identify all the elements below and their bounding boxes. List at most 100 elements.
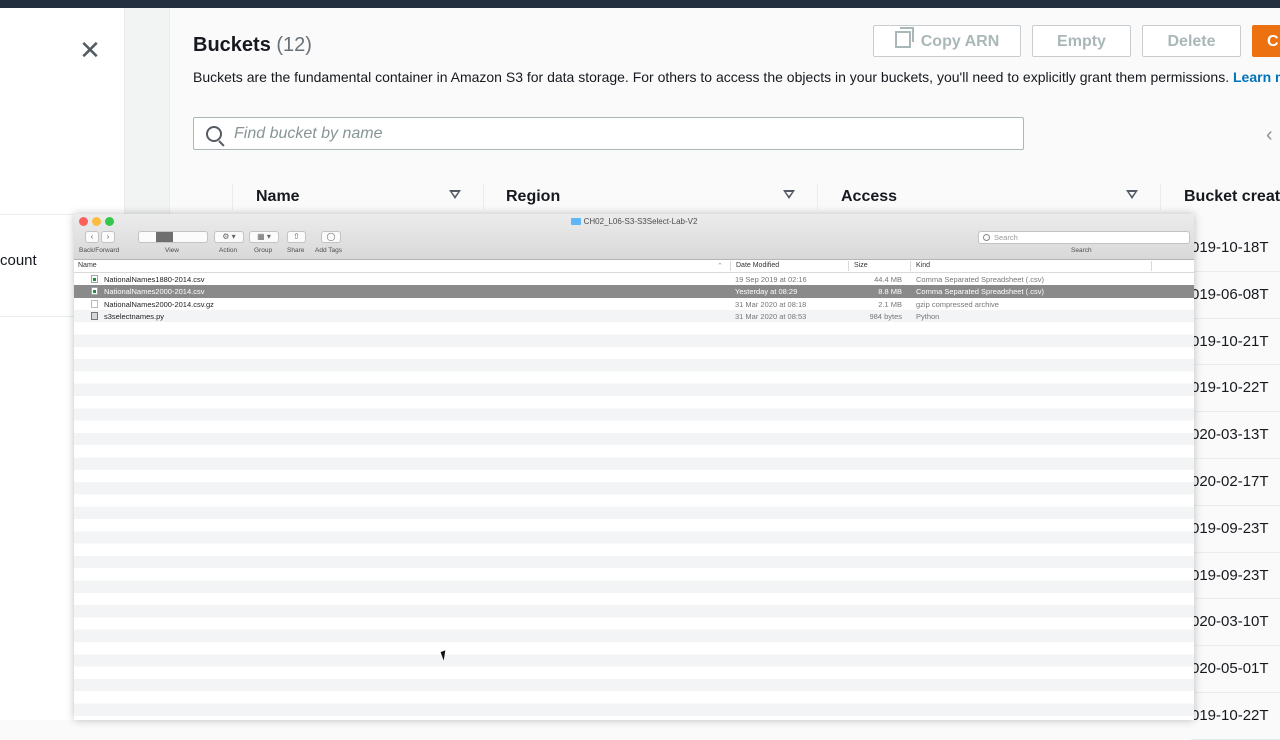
forward-button[interactable]: › [101, 231, 115, 243]
add-tags-label: Add Tags [315, 247, 342, 254]
column-divider [910, 261, 911, 271]
column-divider [730, 261, 731, 271]
file-name: NationalNames2000-2014.csv.gz [104, 299, 214, 309]
file-row[interactable]: NationalNames2000-2014.csv.gz 31 Mar 202… [74, 298, 1194, 310]
file-date-modified: 31 Mar 2020 at 08:53 [735, 311, 807, 321]
column-divider [232, 184, 233, 210]
creation-date-cell: 020-03-10T [1191, 599, 1280, 647]
delete-button[interactable]: Delete [1142, 25, 1241, 57]
search-label: Search [1071, 247, 1092, 254]
action-gear-button[interactable]: ⚙ ▾ [214, 231, 244, 243]
console-top-bar [0, 0, 1280, 8]
file-kind: gzip compressed archive [916, 299, 999, 309]
learn-more-link[interactable]: Learn m [1233, 69, 1280, 85]
add-tags-button[interactable]: ◯ [321, 231, 341, 243]
share-label: Share [287, 247, 305, 254]
list-view-icon[interactable] [156, 232, 173, 242]
file-row-selected[interactable]: NationalNames2000-2014.csv Yesterday at … [74, 285, 1194, 298]
previous-page-icon[interactable]: ‹ [1266, 124, 1273, 147]
finder-search-field[interactable]: Search [978, 231, 1190, 244]
search-placeholder: Find bucket by name [234, 125, 383, 142]
copy-arn-button[interactable]: Copy ARN [873, 25, 1021, 57]
creation-date-cell: 019-06-08T [1191, 272, 1280, 319]
finder-window: CH02_L06-S3-S3Select-Lab-V2 ‹ › Back/For… [74, 214, 1194, 720]
back-forward-label: Back/Forward [79, 247, 120, 254]
page-title-text: Buckets [193, 34, 271, 56]
close-icon[interactable]: ✕ [78, 36, 102, 64]
csv-file-icon [91, 287, 98, 296]
creation-date-column: 019-10-18T 019-06-08T 019-10-21T 019-10-… [1191, 225, 1280, 740]
file-name: NationalNames1880-2014.csv [104, 275, 205, 284]
creation-date-cell: 020-02-17T [1191, 459, 1280, 506]
file-row[interactable]: s3selectnames.py 31 Mar 2020 at 08:53 98… [74, 310, 1194, 322]
finder-title-text: CH02_L06-S3-S3Select-Lab-V2 [583, 217, 698, 226]
creation-date-cell: 019-10-21T [1191, 319, 1280, 366]
column-header-name[interactable]: Name [78, 262, 97, 269]
file-size: 8.8 MB [878, 287, 902, 297]
view-label: View [165, 247, 179, 254]
file-date-modified: Yesterday at 08:29 [735, 287, 798, 297]
search-icon [206, 126, 222, 142]
creation-date-cell: 020-03-13T [1191, 412, 1280, 459]
file-kind: Comma Separated Spreadsheet (.csv) [916, 275, 1044, 284]
finder-column-header: Name ⌃ Date Modified Size Kind [74, 260, 1194, 273]
file-date-modified: 31 Mar 2020 at 08:18 [735, 299, 807, 309]
sort-icon[interactable] [449, 190, 461, 199]
finder-window-title: CH02_L06-S3-S3Select-Lab-V2 [74, 217, 1194, 226]
column-header-access[interactable]: Access [841, 188, 897, 206]
page-title: Buckets (12) [193, 34, 312, 57]
copy-icon [894, 27, 914, 48]
csv-file-icon [91, 275, 98, 283]
file-size: 44.4 MB [874, 275, 902, 284]
sort-icon[interactable] [783, 190, 795, 199]
share-button[interactable]: ⇧ [287, 231, 306, 243]
python-file-icon [91, 311, 98, 320]
create-bucket-button[interactable]: C [1252, 25, 1280, 57]
creation-date-cell: 019-10-18T [1191, 225, 1280, 272]
sort-icon[interactable] [1126, 190, 1138, 199]
action-label: Action [219, 247, 238, 254]
file-kind: Python [916, 311, 940, 321]
view-mode-segmented-control[interactable] [138, 231, 208, 243]
finder-file-list: NationalNames1880-2014.csv 19 Sep 2019 a… [74, 273, 1194, 720]
file-name: NationalNames2000-2014.csv [104, 287, 205, 297]
search-icon [983, 234, 990, 241]
creation-date-cell: 019-09-23T [1191, 506, 1280, 553]
column-header-size[interactable]: Size [854, 262, 868, 269]
creation-date-cell: 019-10-22T [1191, 693, 1280, 740]
buckets-table-header [170, 180, 1280, 214]
column-divider [1151, 261, 1152, 271]
creation-date-cell: 020-05-01T [1191, 646, 1280, 693]
file-size: 984 bytes [869, 311, 902, 321]
finder-search-placeholder: Search [994, 233, 1018, 242]
copy-arn-label: Copy ARN [920, 33, 1000, 50]
find-bucket-search[interactable]: Find bucket by name [193, 117, 1024, 150]
bucket-count: (12) [276, 34, 312, 56]
column-header-kind[interactable]: Kind [916, 262, 930, 269]
gzip-file-icon [91, 299, 98, 308]
column-header-creation-date[interactable]: Bucket create [1184, 188, 1280, 206]
column-divider [483, 184, 484, 210]
column-header-date-modified[interactable]: Date Modified [736, 262, 779, 269]
finder-toolbar: CH02_L06-S3-S3Select-Lab-V2 ‹ › Back/For… [74, 214, 1194, 260]
creation-date-cell: 019-09-23T [1191, 553, 1280, 600]
file-row[interactable]: NationalNames1880-2014.csv 19 Sep 2019 a… [74, 273, 1194, 285]
empty-button[interactable]: Empty [1032, 25, 1131, 57]
group-button[interactable]: ▦ ▾ [249, 231, 279, 243]
column-divider [848, 261, 849, 271]
column-header-region[interactable]: Region [506, 188, 560, 206]
nav-item-account-settings[interactable]: count [0, 252, 37, 269]
creation-date-cell: 019-10-22T [1191, 365, 1280, 413]
sort-indicator-icon: ⌃ [717, 263, 723, 270]
folder-icon [570, 218, 581, 225]
column-header-name[interactable]: Name [256, 188, 300, 206]
back-button[interactable]: ‹ [85, 231, 99, 243]
description-text: Buckets are the fundamental container in… [193, 69, 1230, 85]
page-description: Buckets are the fundamental container in… [193, 69, 1280, 85]
file-date-modified: 19 Sep 2019 at 02:16 [735, 275, 807, 284]
column-divider [1160, 184, 1161, 210]
column-divider [817, 184, 818, 210]
file-size: 2.1 MB [878, 299, 902, 309]
file-kind: Comma Separated Spreadsheet (.csv) [916, 287, 1044, 297]
file-name: s3selectnames.py [104, 311, 165, 321]
